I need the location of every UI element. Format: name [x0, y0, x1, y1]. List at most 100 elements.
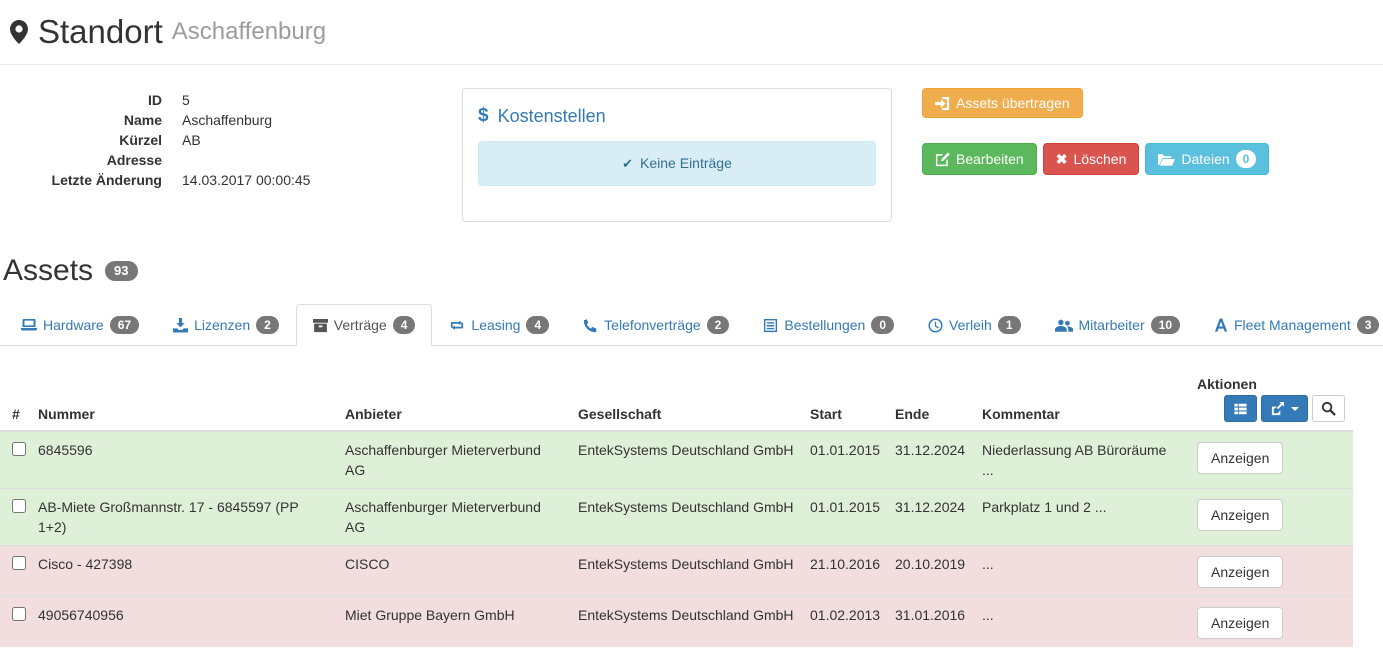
column-header-nummer: Nummer [30, 368, 337, 431]
table-row: Cisco - 427398 CISCO EntekSystems Deutsc… [0, 546, 1353, 597]
cell-gesellschaft: EntekSystems Deutschland GmbH [570, 546, 802, 597]
no-entries-text: Keine Einträge [640, 155, 732, 171]
transfer-assets-button[interactable]: Assets übertragen [922, 88, 1083, 118]
tab-mitarbeiter[interactable]: Mitarbeiter 10 [1038, 304, 1198, 346]
list-view-button[interactable] [1224, 395, 1257, 422]
delete-button[interactable]: ✖ Löschen [1043, 143, 1140, 175]
check-icon: ✔ [622, 156, 633, 171]
cell-nummer: 49056740956 [30, 597, 337, 648]
cell-kommentar: Parkplatz 1 und 2 ... [974, 489, 1189, 546]
assets-heading: Assets 93 [0, 254, 1383, 288]
info-value: Aschaffenburg [182, 110, 272, 130]
cell-ende: 31.12.2024 [887, 431, 974, 489]
sign-in-icon [935, 96, 950, 111]
location-info-panel: ID5 NameAschaffenburg KürzelAB Adresse L… [0, 90, 310, 190]
kostenstellen-title: Kostenstellen [498, 106, 606, 127]
tab-fleet-management[interactable]: Fleet Management 3 [1197, 304, 1383, 346]
th-list-icon [1233, 402, 1248, 416]
actions-panel: Assets übertragen Bearbeiten ✖ Löschen D… [922, 88, 1269, 175]
anzeigen-button[interactable]: Anzeigen [1197, 607, 1283, 639]
assets-count-badge: 93 [105, 261, 137, 281]
tab-leasing[interactable]: Leasing 4 [432, 304, 566, 346]
anzeigen-button[interactable]: Anzeigen [1197, 499, 1283, 531]
table-toolbar [1197, 395, 1345, 422]
tab-count-badge: 67 [110, 316, 139, 334]
tab-count-badge: 4 [393, 316, 416, 334]
info-label: ID [0, 90, 162, 110]
assets-title: Assets [3, 254, 93, 288]
info-value: 5 [182, 90, 190, 110]
row-checkbox[interactable] [12, 556, 26, 570]
cell-anbieter: Aschaffenburger Mieterverbund AG [337, 431, 570, 489]
edit-icon [935, 152, 950, 167]
export-icon [1270, 401, 1285, 416]
retweet-icon [449, 318, 465, 332]
table-header-row: # Nummer Anbieter Gesellschaft Start End… [0, 368, 1353, 431]
row-checkbox[interactable] [12, 499, 26, 513]
page-header: Standort Aschaffenburg [0, 0, 1383, 65]
cell-start: 01.02.2013 [802, 597, 887, 648]
dollar-icon: $ [478, 105, 489, 127]
info-value: 14.03.2017 00:00:45 [182, 170, 310, 190]
table-row: AB-Miete Großmannstr. 17 - 6845597 (PP 1… [0, 489, 1353, 546]
anzeigen-button[interactable]: Anzeigen [1197, 442, 1283, 474]
tab-verleih[interactable]: Verleih 1 [911, 304, 1038, 346]
cell-kommentar: ... [974, 597, 1189, 648]
column-header-start: Start [802, 368, 887, 431]
cell-gesellschaft: EntekSystems Deutschland GmbH [570, 489, 802, 546]
map-marker-icon [10, 20, 28, 44]
folder-open-icon [1158, 153, 1175, 166]
files-count-badge: 0 [1236, 150, 1257, 168]
top-section: ID5 NameAschaffenburg KürzelAB Adresse L… [0, 65, 1383, 246]
row-checkbox[interactable] [12, 607, 26, 621]
cell-nummer: 6845596 [30, 431, 337, 489]
page-subtitle: Aschaffenburg [172, 18, 326, 46]
download-icon [173, 318, 188, 333]
search-icon [1321, 401, 1336, 416]
x-icon: ✖ [1056, 151, 1068, 167]
caret-down-icon [1291, 407, 1299, 411]
column-header-kommentar: Kommentar [974, 368, 1189, 431]
tab-bestellungen[interactable]: Bestellungen 0 [746, 304, 911, 346]
cell-start: 01.01.2015 [802, 489, 887, 546]
tab-telefonvertraege[interactable]: Telefonverträge 2 [566, 304, 746, 346]
tab-lizenzen[interactable]: Lizenzen 2 [156, 304, 296, 346]
tab-count-badge: 0 [871, 316, 894, 334]
tab-vertraege[interactable]: Verträge 4 [296, 304, 433, 346]
page-title: Standort [38, 13, 163, 51]
info-label: Adresse [0, 150, 162, 170]
cell-nummer: AB-Miete Großmannstr. 17 - 6845597 (PP 1… [30, 489, 337, 546]
info-value: AB [182, 130, 201, 150]
cell-ende: 20.10.2019 [887, 546, 974, 597]
search-button[interactable] [1312, 395, 1345, 422]
table-row: 6845596 Aschaffenburger Mieterverbund AG… [0, 431, 1353, 489]
kostenstellen-card: $ Kostenstellen ✔ Keine Einträge [462, 88, 892, 222]
cell-ende: 31.01.2016 [887, 597, 974, 648]
tab-count-badge: 2 [707, 316, 730, 334]
tab-count-badge: 4 [526, 316, 549, 334]
column-header-anbieter: Anbieter [337, 368, 570, 431]
tab-hardware[interactable]: Hardware 67 [4, 304, 156, 346]
cell-anbieter: Aschaffenburger Mieterverbund AG [337, 489, 570, 546]
anzeigen-button[interactable]: Anzeigen [1197, 556, 1283, 588]
edit-button[interactable]: Bearbeiten [922, 143, 1037, 175]
cell-ende: 31.12.2024 [887, 489, 974, 546]
files-button[interactable]: Dateien 0 [1145, 143, 1269, 175]
archive-icon [313, 318, 328, 333]
table-row: 49056740956 Miet Gruppe Bayern GmbH Ente… [0, 597, 1353, 648]
tab-count-badge: 1 [998, 316, 1021, 334]
contracts-table: # Nummer Anbieter Gesellschaft Start End… [0, 368, 1383, 647]
asset-tabs: Hardware 67 Lizenzen 2 Verträge 4 Leasin… [0, 304, 1383, 346]
users-icon [1055, 319, 1073, 332]
export-button[interactable] [1261, 395, 1308, 422]
tab-count-badge: 3 [1357, 316, 1380, 334]
cell-kommentar: ... [974, 546, 1189, 597]
tab-count-badge: 2 [256, 316, 279, 334]
cell-start: 21.10.2016 [802, 546, 887, 597]
row-checkbox[interactable] [12, 442, 26, 456]
info-label: Name [0, 110, 162, 130]
cell-kommentar: Niederlassung AB Büroräume ... [974, 431, 1189, 489]
list-icon [763, 318, 778, 333]
info-label: Letzte Änderung [0, 170, 162, 190]
cell-anbieter: CISCO [337, 546, 570, 597]
